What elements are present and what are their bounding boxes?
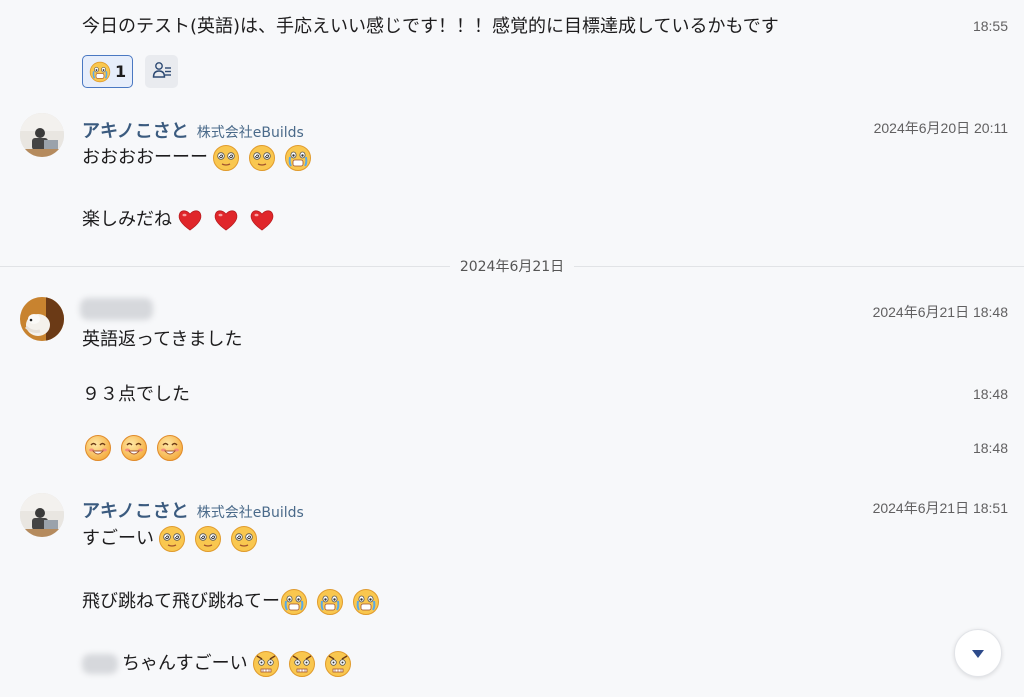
message-time[interactable]: 18:48: [973, 440, 1008, 456]
shocked-face-emoji: [288, 650, 316, 678]
emoji-group: [252, 650, 352, 678]
date-divider-label: 2024年6月21日: [449, 256, 575, 276]
person-list-icon: [152, 60, 172, 84]
message-text-content: ちゃんすごーい: [122, 653, 248, 674]
message-text-content: 飛び跳ねて飛び跳ねてー: [82, 591, 280, 612]
reactions-bar: 1: [82, 55, 179, 88]
blurred-name: [82, 654, 118, 674]
message-text: 楽しみだね: [82, 206, 276, 234]
message-time[interactable]: 2024年6月20日 20:11: [874, 118, 1008, 138]
avatar[interactable]: [20, 113, 64, 157]
emoji-group: [84, 434, 184, 462]
message-text: おおおおーーー: [82, 144, 312, 172]
reaction-chip[interactable]: 1: [82, 55, 134, 88]
message-text: すごーい: [82, 525, 258, 553]
emoji-group: [158, 525, 258, 553]
message-text-content: おおおおーーー: [82, 147, 208, 168]
message-text: ９３点でした: [82, 384, 190, 405]
shocked-face-emoji: [252, 650, 280, 678]
smiling-face-emoji: [120, 434, 148, 462]
add-reaction-button[interactable]: [145, 55, 179, 88]
message-timeline[interactable]: 今日のテスト(英語)は、手応えいい感じです！！！感覚的に目標達成しているかもです…: [0, 0, 1024, 697]
sender-organization: 株式会社eBuilds: [196, 125, 304, 141]
message-text: 英語返ってきました: [82, 329, 243, 350]
dizzy-face-emoji: [230, 525, 258, 553]
crying-face-emoji: [280, 588, 308, 616]
sender-organization: 株式会社eBuilds: [196, 505, 304, 521]
message-time[interactable]: 18:55: [973, 18, 1008, 34]
message-text-content: すごーい: [82, 528, 154, 549]
message-emojis: [84, 434, 184, 462]
dizzy-face-emoji: [158, 525, 186, 553]
scroll-to-bottom-button[interactable]: [954, 629, 1002, 677]
message-time[interactable]: 2024年6月21日 18:51: [873, 498, 1008, 518]
message-time[interactable]: 2024年6月21日 18:48: [873, 302, 1008, 322]
emoji-group: [212, 144, 312, 172]
avatar[interactable]: [20, 493, 64, 537]
emoji-group: [176, 206, 276, 234]
crying-face-emoji: [352, 588, 380, 616]
crying-face-emoji: [89, 61, 111, 83]
message-text: 今日のテスト(英語)は、手応えいい感じです！！！感覚的に目標達成しているかもです: [82, 16, 779, 37]
heart-emoji: [248, 206, 276, 234]
smiling-face-emoji: [156, 434, 184, 462]
dizzy-face-emoji: [248, 144, 276, 172]
reaction-count: 1: [115, 62, 127, 81]
message-text: ちゃんすごーい: [82, 650, 352, 678]
heart-emoji: [212, 206, 240, 234]
dizzy-face-emoji: [194, 525, 222, 553]
message-text: 飛び跳ねて飛び跳ねてー: [82, 588, 380, 616]
blurred-sender-name: [80, 298, 153, 320]
sender-name[interactable]: アキノこさと: [82, 497, 189, 523]
crying-face-emoji: [316, 588, 344, 616]
emoji-group: [280, 588, 380, 616]
smiling-face-emoji: [84, 434, 112, 462]
message-text-content: 楽しみだね: [82, 209, 172, 230]
message-time[interactable]: 18:48: [973, 386, 1008, 402]
crying-face-emoji: [284, 144, 312, 172]
heart-emoji: [176, 206, 204, 234]
sender-name[interactable]: アキノこさと: [82, 117, 189, 143]
triangle-down-icon: [971, 644, 985, 663]
dizzy-face-emoji: [212, 144, 240, 172]
shocked-face-emoji: [324, 650, 352, 678]
avatar[interactable]: [20, 297, 64, 341]
date-divider: 2024年6月21日: [0, 256, 1024, 276]
